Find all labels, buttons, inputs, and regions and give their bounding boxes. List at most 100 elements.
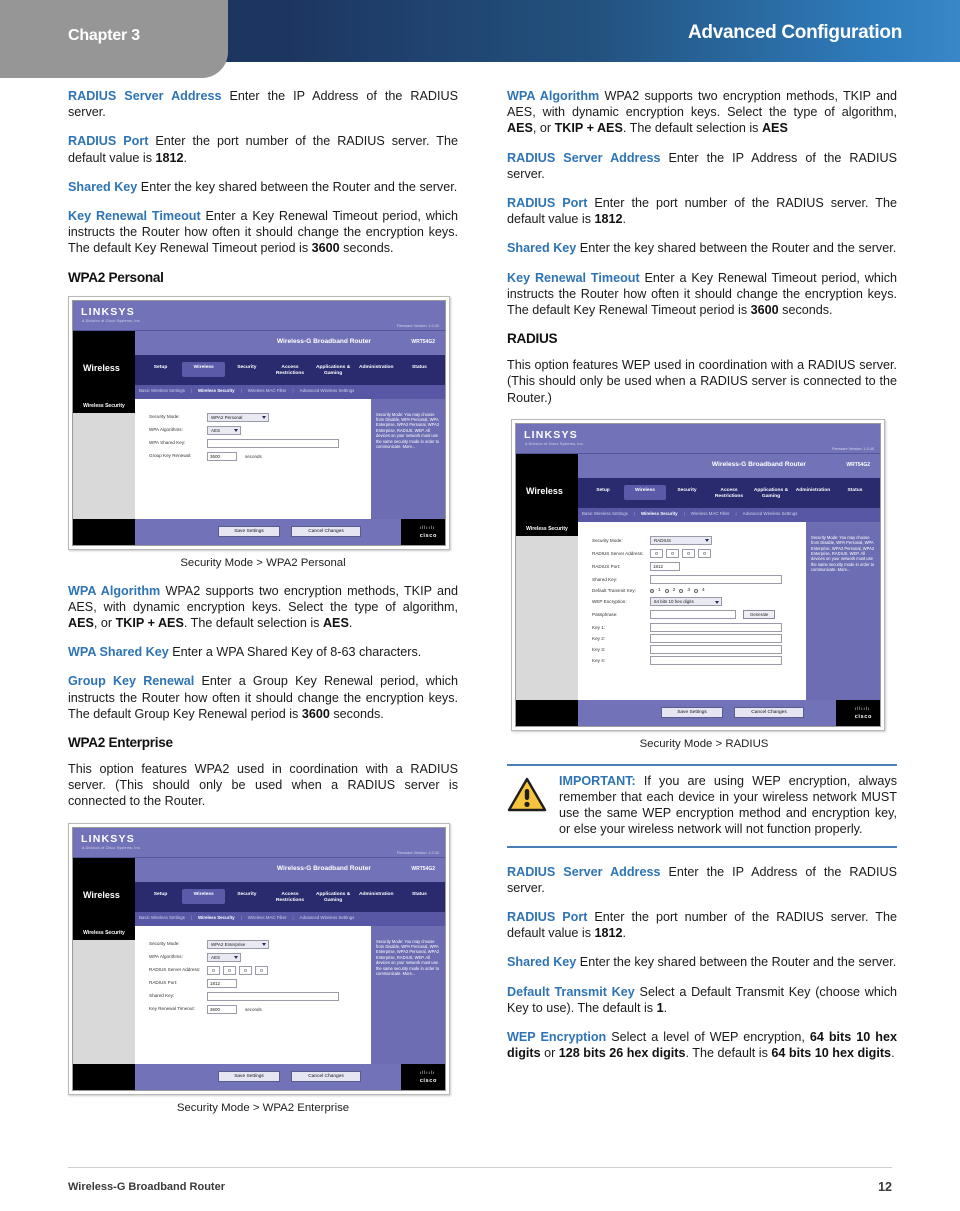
input-radius-ip-octet-4[interactable]: 0 (255, 965, 268, 975)
term-wpa-algorithm-right: WPA Algorithm (507, 89, 600, 103)
input-key-renewal-timeout[interactable]: 3600 (207, 1004, 237, 1014)
router-tab-wireless[interactable]: Wireless (624, 484, 666, 500)
router-subnav-wireless-security[interactable]: Wireless Security (198, 388, 235, 393)
field-radius-port[interactable]: RADIUS Port: 1812 (149, 978, 365, 988)
router-tab-security[interactable]: Security (225, 362, 268, 377)
field-key-4[interactable]: Key 4: (592, 656, 800, 666)
select-wpa-algorithms[interactable]: AES (207, 952, 241, 962)
router-subnav-wireless-security[interactable]: Wireless Security (641, 511, 678, 516)
router-cancel-changes-button[interactable]: Cancel Changes (291, 525, 361, 537)
router-subnav-basic-wireless[interactable]: Basic Wireless Settings (139, 915, 185, 920)
field-security-mode[interactable]: Security Mode: RADIUS (592, 535, 800, 545)
field-wpa-algorithms[interactable]: WPA Algorithms: AES (149, 425, 365, 435)
input-radius-ip-octet-4[interactable]: 0 (698, 548, 711, 558)
field-key-renewal-timeout[interactable]: Key Renewal Timeout: 3600 seconds (149, 1004, 365, 1014)
input-radius-port[interactable]: 1812 (207, 978, 237, 988)
router-tab-setup[interactable]: Setup (582, 485, 624, 500)
router-tab-applications-gaming[interactable]: Applications & Gaming (312, 889, 355, 904)
cisco-wordmark: cisco (419, 1077, 437, 1084)
input-radius-ip-octet-1[interactable]: 0 (650, 548, 663, 558)
router-subnav-advanced[interactable]: Advanced Wireless Settings (300, 388, 355, 393)
router-subnav-advanced[interactable]: Advanced Wireless Settings (300, 915, 355, 920)
router-tab-setup[interactable]: Setup (139, 889, 182, 904)
select-wep-encryption[interactable]: 64 bits 10 hex digits (650, 597, 722, 607)
field-default-transmit-key[interactable]: Default Transmit Key: 1 2 3 4 (592, 588, 800, 594)
select-security-mode[interactable]: RADIUS (650, 535, 712, 545)
input-radius-ip-octet-1[interactable]: 0 (207, 965, 220, 975)
field-wpa-shared-key[interactable]: WPA Shared Key: (149, 438, 365, 448)
input-passphrase[interactable] (650, 610, 736, 620)
input-group-key-renewal[interactable]: 3600 (207, 451, 237, 461)
radio-transmit-key-2[interactable] (664, 588, 669, 593)
router-tabs[interactable]: Setup Wireless Security Access Restricti… (139, 361, 441, 377)
router-tab-administration[interactable]: Administration (355, 889, 398, 904)
router-tab-administration[interactable]: Administration (355, 362, 398, 377)
input-radius-ip-octet-2[interactable]: 0 (666, 548, 679, 558)
router-tab-access-restrictions[interactable]: Access Restrictions (708, 485, 750, 500)
field-wpa-algorithms[interactable]: WPA Algorithms: AES (149, 952, 365, 962)
label-key-2: Key 2: (592, 636, 606, 642)
field-group-key-renewal[interactable]: Group Key Renewal: 3600 seconds (149, 451, 365, 461)
field-key-3[interactable]: Key 3: (592, 645, 800, 655)
field-passphrase[interactable]: Passphrase: Generate (592, 610, 800, 620)
input-radius-ip-octet-2[interactable]: 0 (223, 965, 236, 975)
input-shared-key[interactable] (207, 991, 339, 1001)
select-wpa-algorithms[interactable]: AES (207, 425, 241, 435)
router-tab-access-restrictions[interactable]: Access Restrictions (268, 362, 311, 377)
router-subnav-advanced[interactable]: Advanced Wireless Settings (743, 511, 798, 516)
router-tab-wireless[interactable]: Wireless (182, 888, 226, 904)
router-tab-wireless[interactable]: Wireless (182, 361, 226, 377)
router-subnav-basic-wireless[interactable]: Basic Wireless Settings (582, 511, 628, 516)
router-tab-status[interactable]: Status (398, 362, 441, 377)
field-radius-server-address[interactable]: RADIUS Server Address: 0 0 0 0 (149, 965, 365, 975)
router-subnav-mac-filter[interactable]: Wireless MAC Filter (248, 388, 287, 393)
router-save-settings-button[interactable]: Save Settings (218, 1070, 280, 1082)
input-wpa-shared-key[interactable] (207, 438, 339, 448)
input-key-2[interactable] (650, 634, 782, 644)
router-tab-administration[interactable]: Administration (792, 485, 834, 500)
field-radius-server-address[interactable]: RADIUS Server Address: 0 0 0 0 (592, 548, 800, 558)
router-tab-setup[interactable]: Setup (139, 362, 182, 377)
router-tab-applications-gaming[interactable]: Applications & Gaming (312, 362, 355, 377)
router-tab-status[interactable]: Status (834, 485, 876, 500)
router-tab-security[interactable]: Security (666, 485, 708, 500)
radio-transmit-key-3[interactable] (679, 588, 684, 593)
para-wpa2-enterprise-desc: This option features WPA2 used in coordi… (68, 762, 458, 809)
radio-transmit-key-4[interactable] (694, 588, 699, 593)
router-tabs[interactable]: Setup Wireless Security Access Restricti… (139, 888, 441, 904)
input-radius-port[interactable]: 1812 (650, 561, 680, 571)
input-radius-ip-octet-3[interactable]: 0 (682, 548, 695, 558)
select-security-mode[interactable]: WPA2 Enterprise (207, 939, 269, 949)
field-key-1[interactable]: Key 1: (592, 623, 800, 633)
input-key-3[interactable] (650, 645, 782, 655)
router-subnav-wireless-security[interactable]: Wireless Security (198, 915, 235, 920)
generate-button[interactable]: Generate (743, 610, 776, 620)
input-radius-ip-octet-3[interactable]: 0 (239, 965, 252, 975)
field-shared-key[interactable]: Shared Key: (592, 574, 800, 584)
field-security-mode[interactable]: Security Mode: WPA2 Personal (149, 412, 365, 422)
router-subnav-mac-filter[interactable]: Wireless MAC Filter (691, 511, 730, 516)
field-security-mode[interactable]: Security Mode: WPA2 Enterprise (149, 939, 365, 949)
router-subnav-mac-filter[interactable]: Wireless MAC Filter (248, 915, 287, 920)
field-shared-key[interactable]: Shared Key: (149, 991, 365, 1001)
radio-transmit-key-1[interactable] (650, 588, 654, 593)
input-key-1[interactable] (650, 623, 782, 633)
router-tab-access-restrictions[interactable]: Access Restrictions (268, 889, 311, 904)
router-cancel-changes-button[interactable]: Cancel Changes (291, 1070, 361, 1082)
input-shared-key[interactable] (650, 574, 782, 584)
router-tab-applications-gaming[interactable]: Applications & Gaming (750, 485, 792, 500)
router-save-settings-button[interactable]: Save Settings (661, 706, 723, 718)
field-key-2[interactable]: Key 2: (592, 634, 800, 644)
router-save-settings-button[interactable]: Save Settings (218, 525, 280, 537)
select-security-mode[interactable]: WPA2 Personal (207, 412, 269, 422)
router-subnav-basic-wireless[interactable]: Basic Wireless Settings (139, 388, 185, 393)
field-wep-encryption[interactable]: WEP Encryption: 64 bits 10 hex digits (592, 597, 800, 607)
router-tab-security[interactable]: Security (225, 889, 268, 904)
field-radius-port[interactable]: RADIUS Port: 1812 (592, 561, 800, 571)
router-cancel-changes-button[interactable]: Cancel Changes (734, 706, 804, 718)
input-key-4[interactable] (650, 656, 782, 666)
router-tab-status[interactable]: Status (398, 889, 441, 904)
router-tabs[interactable]: Setup Wireless Security Access Restricti… (582, 484, 876, 500)
important-callout-text: IMPORTANT: If you are using WEP encrypti… (559, 773, 897, 838)
router-sidebar-header: Wireless Security (73, 398, 135, 413)
